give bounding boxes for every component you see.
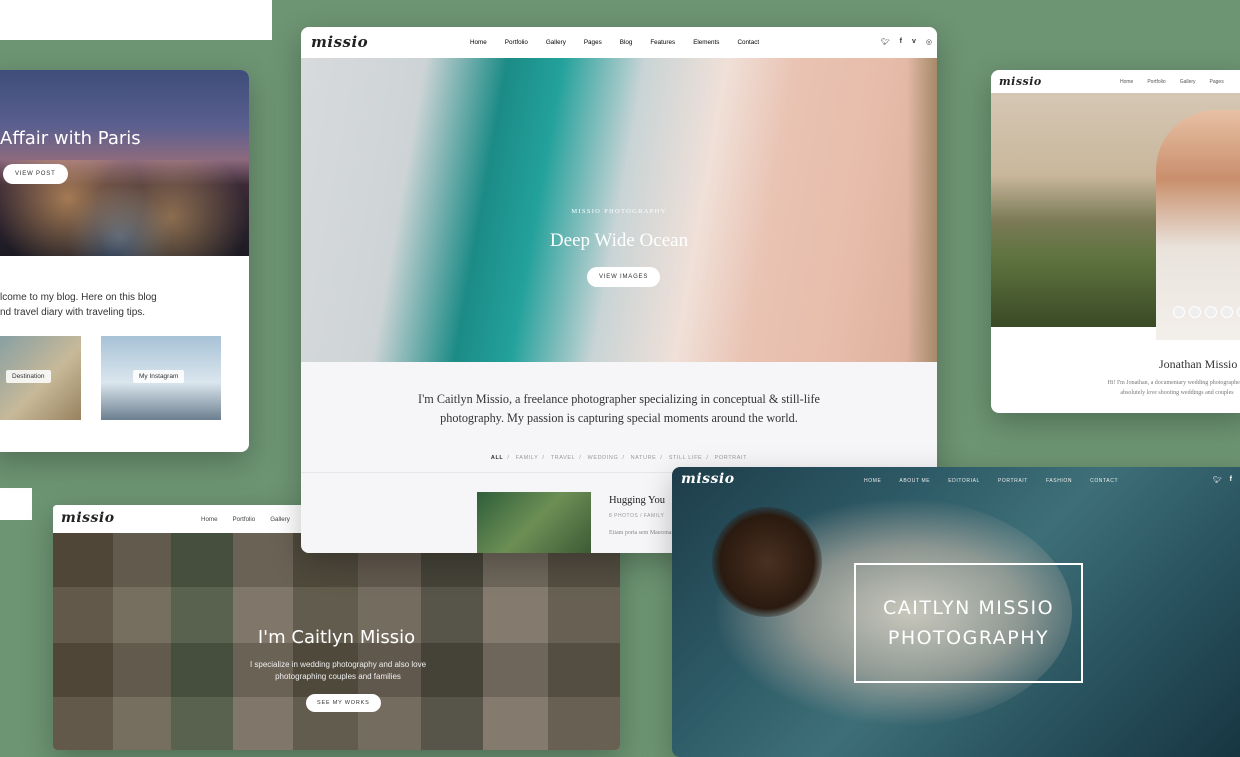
post-title[interactable]: Hugging You <box>609 495 665 506</box>
nav-home[interactable]: Home <box>1120 79 1133 85</box>
ocean-hero-image: MISSIO PHOTOGRAPHY Deep Wide Ocean VIEW … <box>301 58 937 362</box>
slider-thumb[interactable] <box>1205 306 1217 318</box>
facebook-icon[interactable]: f <box>1230 476 1232 484</box>
nav-contact[interactable]: CONTACT <box>1090 478 1118 484</box>
hero-subtitle: I specialize in wedding photography and … <box>249 660 427 681</box>
site-logo[interactable]: missio <box>999 75 1042 88</box>
filter-still-life[interactable]: STILL LIFE <box>669 455 703 461</box>
caitlyn-photography-preview: missio HOME ABOUT ME EDITORIAL PORTRAIT FASH… <box>672 467 1240 757</box>
filter-nature[interactable]: NATURE <box>631 455 657 461</box>
nav-gallery[interactable]: Gallery <box>546 39 566 46</box>
site-logo[interactable]: missio <box>61 510 115 526</box>
nav-pages[interactable]: Pages <box>584 39 602 46</box>
slider-thumb[interactable] <box>1221 306 1233 318</box>
destination-tag[interactable]: Destination <box>6 370 51 383</box>
social-links: 🐦︎ f <box>1213 476 1232 484</box>
site-logo[interactable]: missio <box>681 471 735 487</box>
paris-intro: lcome to my blog. Here on this blog nd t… <box>0 290 200 320</box>
instagram-tag[interactable]: My Instagram <box>133 370 185 383</box>
intro-text: I'm Caitlyn Missio, a freelance photogra… <box>418 392 820 425</box>
nav-about[interactable]: ABOUT ME <box>899 478 930 484</box>
nav-portfolio[interactable]: Portfolio <box>233 516 256 523</box>
social-links: 🐦︎ f v ◎ <box>881 38 932 46</box>
hero-title: CAITLYN MISSIO PHOTOGRAPHY <box>854 593 1083 653</box>
twitter-icon[interactable]: 🐦︎ <box>1213 476 1222 484</box>
nav-pages[interactable]: Pages <box>1210 79 1224 85</box>
bottom-right-nav: HOME ABOUT ME EDITORIAL PORTRAIT FASHION CONT… <box>864 478 1136 484</box>
hero-title: Deep Wide Ocean <box>549 230 689 251</box>
instagram-thumbnail[interactable]: My Instagram <box>101 336 221 420</box>
paris-intro-line: lcome to my blog. Here on this blog <box>0 292 157 303</box>
center-nav-bar: missio Home Portfolio Gallery Pages Blog… <box>301 27 937 58</box>
filter-portrait[interactable]: PORTRAIT <box>715 455 748 461</box>
filter-family[interactable]: FAMILY <box>516 455 539 461</box>
paris-intro-line: nd travel diary with traveling tips. <box>0 307 146 318</box>
right-nav: Home Portfolio Gallery Pages <box>1120 79 1238 85</box>
nav-portrait[interactable]: PORTRAIT <box>998 478 1028 484</box>
slider-thumbnails[interactable] <box>1173 306 1240 318</box>
nav-editorial[interactable]: EDITORIAL <box>948 478 980 484</box>
nav-gallery[interactable]: Gallery <box>1180 79 1196 85</box>
nav-portfolio[interactable]: Portfolio <box>1147 79 1165 85</box>
slider-thumb[interactable] <box>1189 306 1201 318</box>
author-name: Jonathan Missio <box>1159 357 1238 371</box>
destination-thumbnail[interactable]: Destination <box>0 336 81 420</box>
nav-blog[interactable]: Blog <box>620 39 633 46</box>
nav-gallery[interactable]: Gallery <box>270 516 290 523</box>
jonathan-site-preview: missio Home Portfolio Gallery Pages Jonatha… <box>991 70 1240 413</box>
view-images-button[interactable]: VIEW IMAGES <box>587 267 661 287</box>
paris-post-title: Affair with Paris <box>0 128 141 149</box>
nav-home[interactable]: HOME <box>864 478 881 484</box>
bottom-left-nav: Home Portfolio Gallery <box>201 516 305 523</box>
vimeo-icon[interactable]: v <box>912 38 916 46</box>
nav-contact[interactable]: Contact <box>737 39 759 46</box>
nav-home[interactable]: Home <box>201 516 218 523</box>
author-bio: Hi! I'm Jonathan, a documentary wedding … <box>1107 380 1240 396</box>
post-meta: 8 PHOTOS / FAMILY <box>609 513 665 519</box>
post-thumbnail[interactable] <box>477 492 591 553</box>
facebook-icon[interactable]: f <box>900 38 902 46</box>
nav-portfolio[interactable]: Portfolio <box>505 39 528 46</box>
twitter-icon[interactable]: 🐦︎ <box>881 38 890 46</box>
hero-title: I'm Caitlyn Missio <box>257 627 416 648</box>
nav-home[interactable]: Home <box>470 39 487 46</box>
hero-kicker: MISSIO PHOTOGRAPHY <box>571 208 667 215</box>
paris-blog-preview: Affair with Paris VIEW POST lcome to my … <box>0 70 249 452</box>
filter-wedding[interactable]: WEDDING <box>588 455 619 461</box>
nav-features[interactable]: Features <box>650 39 675 46</box>
background-strip <box>0 488 32 520</box>
center-nav: Home Portfolio Gallery Pages Blog Featur… <box>470 39 777 46</box>
view-post-button[interactable]: VIEW POST <box>3 164 68 184</box>
background-strip <box>0 0 272 40</box>
slider-thumb[interactable] <box>1173 306 1185 318</box>
see-my-works-button[interactable]: SEE MY WORKS <box>306 694 381 712</box>
instagram-icon[interactable]: ◎ <box>926 38 932 46</box>
portfolio-filters: ALL / FAMILY / TRAVEL / WEDDING / NATURE / ST… <box>490 455 748 461</box>
hero-title-line: PHOTOGRAPHY <box>887 627 1050 649</box>
site-logo[interactable]: missio <box>311 33 368 51</box>
nav-elements[interactable]: Elements <box>693 39 719 46</box>
hero-title-line: CAITLYN MISSIO <box>882 597 1055 619</box>
filter-all[interactable]: ALL <box>491 455 504 461</box>
filter-travel[interactable]: TRAVEL <box>551 455 576 461</box>
photo-detail <box>712 507 822 617</box>
nav-fashion[interactable]: FASHION <box>1046 478 1072 484</box>
